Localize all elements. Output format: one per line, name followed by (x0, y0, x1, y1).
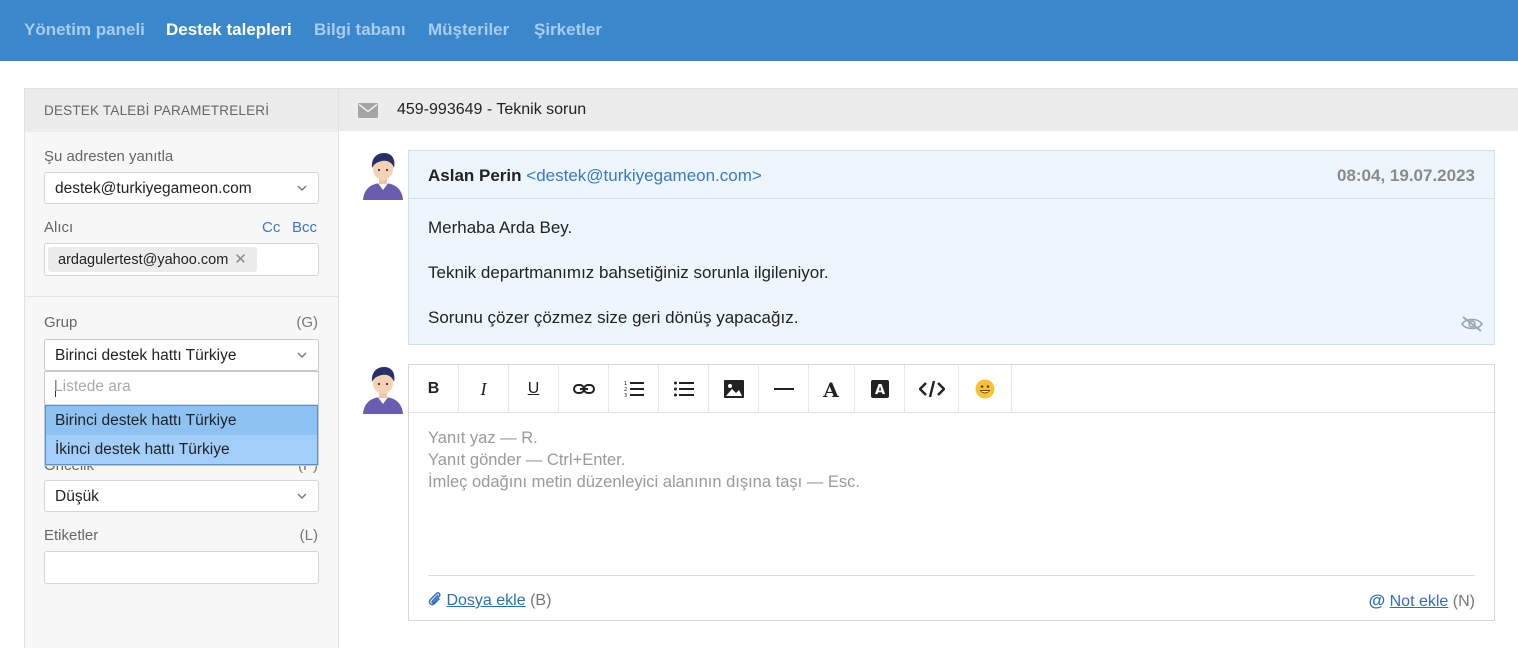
link-button[interactable] (559, 365, 609, 413)
nav-tickets[interactable]: Destek talepleri (166, 20, 292, 40)
attach-file-link[interactable]: Dosya ekle (446, 592, 525, 609)
avatar (363, 153, 403, 200)
message-line: Sorunu çözer çözmez size geri dönüş yapa… (428, 308, 799, 327)
editor-hint: Yanıt yaz — R. (428, 429, 538, 447)
params-header: DESTEK TALEBİ PARAMETRELERİ (25, 89, 338, 132)
recipient-chip: ardagulertest@yahoo.com ✕ (48, 247, 257, 272)
note-hotkey: (N) (1452, 593, 1475, 610)
group-dropdown: Birinci destek hattı Türkiye İkinci dest… (44, 371, 319, 466)
group-hotkey: (G) (296, 314, 318, 331)
editor-hint: İmleç odağını metin düzenleyici alanının… (428, 473, 860, 491)
emoji-icon (975, 379, 995, 399)
paperclip-icon (428, 592, 441, 606)
group-select[interactable]: Birinci destek hattı Türkiye (44, 339, 319, 371)
message-header: Aslan Perin <destek@turkiyegameon.com> 0… (409, 151, 1494, 199)
ticket-header: 459-993649 - Teknik sorun (339, 88, 1518, 131)
code-button[interactable] (905, 365, 959, 413)
bold-icon: B (427, 380, 440, 397)
attach-hotkey: (B) (530, 592, 552, 609)
image-icon (724, 380, 744, 398)
code-icon (919, 380, 945, 398)
add-note-link[interactable]: Not ekle (1390, 593, 1449, 610)
chevron-down-icon (297, 352, 307, 358)
bullet-list-button[interactable] (659, 365, 709, 413)
link-icon (573, 384, 595, 394)
envelope-icon (358, 103, 378, 118)
underline-button[interactable]: U (509, 365, 559, 413)
priority-value: Düşük (55, 488, 99, 505)
reply-from-value: destek@turkiyegameon.com (55, 180, 252, 197)
nav-companies[interactable]: Şirketler (534, 20, 602, 40)
group-search-input[interactable] (54, 378, 304, 396)
text-color-button[interactable]: A (809, 365, 855, 413)
editor-hint: Yanıt gönder — Ctrl+Enter. (428, 451, 626, 469)
nav-knowledge-base[interactable]: Bilgi tabanı (314, 20, 406, 40)
editor-toolbar: B I U 1 2 3 A A (409, 365, 1494, 413)
group-option[interactable]: İkinci destek hattı Türkiye (46, 435, 317, 464)
horizontal-rule-button[interactable] (759, 365, 809, 413)
italic-button[interactable]: I (459, 365, 509, 413)
reply-from-label: Şu adresten yanıtla (44, 148, 174, 165)
reply-editor: B I U 1 2 3 A A Yanıt yaz — R. Yanıt gön… (408, 364, 1495, 621)
svg-text:3: 3 (624, 393, 627, 398)
group-option-list: Birinci destek hattı Türkiye İkinci dest… (45, 405, 318, 465)
tags-label: Etiketler (44, 527, 99, 544)
nav-dashboard[interactable]: Yönetim paneli (24, 20, 145, 40)
recipient-field[interactable]: ardagulertest@yahoo.com ✕ (44, 243, 319, 276)
params-header-title: DESTEK TALEBİ PARAMETRELERİ (44, 103, 270, 118)
tags-hotkey: (L) (299, 527, 318, 544)
bg-color-icon: A (871, 380, 889, 398)
cc-link[interactable]: Cc (262, 219, 280, 236)
ordered-list-button[interactable]: 1 2 3 (609, 365, 659, 413)
message-date: 08:04, 19.07.2023 (1336, 166, 1475, 185)
nav-customers[interactable]: Müşteriler (428, 20, 509, 40)
background-color-button[interactable]: A (855, 365, 905, 413)
add-note: @ Not ekle (N) (1369, 591, 1475, 611)
group-value: Birinci destek hattı Türkiye (55, 347, 237, 364)
author-name: Aslan Perin (428, 166, 522, 185)
ticket-params-panel: DESTEK TALEBİ PARAMETRELERİ Şu adresten … (24, 88, 339, 648)
reply-from-select[interactable]: destek@turkiyegameon.com (44, 172, 319, 204)
emoji-button[interactable] (959, 365, 1012, 413)
top-nav: Yönetim paneli Destek talepleri Bilgi ta… (0, 0, 1518, 61)
image-button[interactable] (709, 365, 759, 413)
at-sign-icon: @ (1368, 591, 1386, 610)
recipient-chip-label: ardagulertest@yahoo.com (58, 252, 229, 268)
remove-recipient-icon[interactable]: ✕ (234, 251, 247, 268)
editor-footer-divider (428, 575, 1475, 576)
group-option[interactable]: Birinci destek hattı Türkiye (46, 406, 317, 435)
recipient-label: Alıcı (44, 219, 74, 236)
message-line: Teknik departmanımız bahsetiğiniz sorunl… (428, 263, 829, 282)
message-card: Aslan Perin <destek@turkiyegameon.com> 0… (408, 150, 1495, 345)
text-color-icon: A (822, 379, 839, 399)
group-search[interactable] (45, 372, 318, 405)
priority-select[interactable]: Düşük (44, 480, 319, 512)
hr-icon (774, 388, 794, 390)
avatar (363, 367, 403, 414)
group-label: Grup (44, 314, 78, 331)
underline-icon: U (527, 380, 540, 397)
divider (25, 296, 338, 297)
bold-button[interactable]: B (409, 365, 459, 413)
ordered-list-icon: 1 2 3 (624, 381, 644, 398)
ticket-title: 459-993649 - Teknik sorun (397, 101, 587, 118)
italic-icon: I (480, 378, 487, 399)
eye-slash-icon[interactable] (1460, 315, 1484, 333)
chevron-down-icon (297, 185, 307, 191)
svg-text:A: A (875, 383, 885, 398)
message-author: Aslan Perin <destek@turkiyegameon.com> (428, 166, 762, 186)
chevron-down-icon (297, 493, 307, 499)
bcc-link[interactable]: Bcc (292, 219, 317, 236)
author-email[interactable]: <destek@turkiyegameon.com> (526, 166, 762, 185)
attach-file: Dosya ekle (B) (428, 591, 551, 610)
svg-text:A: A (822, 379, 839, 399)
message-line: Merhaba Arda Bey. (428, 218, 573, 237)
bullet-list-icon (674, 381, 694, 397)
tags-input[interactable] (44, 551, 319, 584)
